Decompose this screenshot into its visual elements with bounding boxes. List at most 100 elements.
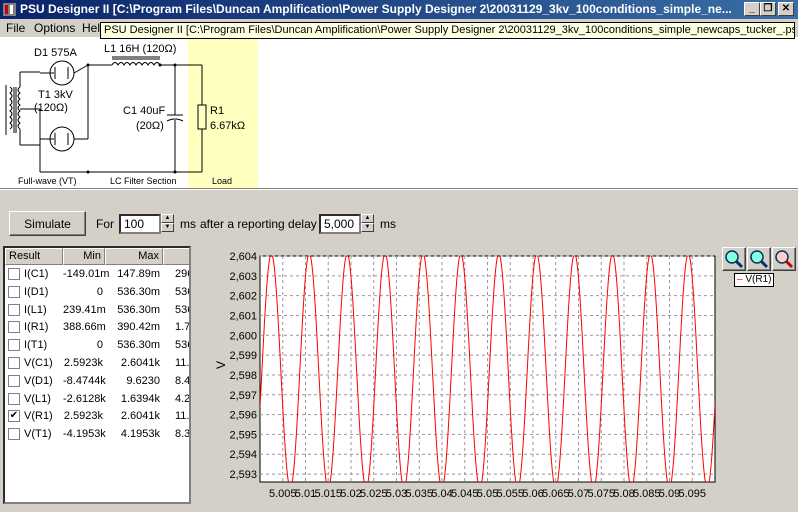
result-name: I(R1) <box>24 321 49 334</box>
y-tick-label: 2,597 <box>229 390 257 402</box>
c1-label: C1 40uF <box>123 105 166 117</box>
menu-file[interactable]: File <box>6 21 25 35</box>
voltage-chart[interactable]: 2,604 2,603 2,602 2,601 2,600 2,599 2,598 2,597… <box>193 246 798 509</box>
restore-button[interactable]: ❐ <box>760 2 776 16</box>
x-tick-label: 5.065 <box>542 488 570 500</box>
result-checkbox[interactable] <box>8 357 20 369</box>
c1-resistance: (20Ω) <box>136 120 164 132</box>
y-tick-label: 2,601 <box>229 310 257 322</box>
menu-options[interactable]: Options <box>34 21 75 35</box>
results-table[interactable]: Result Min Max I(C1)-149.01m147.89m296. I… <box>3 246 191 504</box>
close-button[interactable]: ✕ <box>778 2 794 16</box>
table-row[interactable]: V(L1) -2.6128k 1.6394k 4.25 <box>5 391 191 408</box>
result-checkbox[interactable] <box>8 321 20 334</box>
result-checkbox[interactable] <box>8 303 20 316</box>
section-label-load: Load <box>212 176 233 186</box>
column-header-max[interactable]: Max <box>105 248 163 265</box>
result-checkbox[interactable] <box>8 268 20 280</box>
y-tick-label: 2,603 <box>229 271 257 283</box>
result-extra: 536. <box>175 303 189 316</box>
spin-up-icon[interactable]: ▲ <box>161 214 174 223</box>
zoom-reset-button[interactable] <box>772 247 796 271</box>
delay-input[interactable] <box>319 214 361 234</box>
spin-down-icon[interactable]: ▼ <box>361 223 374 232</box>
x-tick-label: 5.035 <box>405 488 433 500</box>
column-header-result[interactable]: Result <box>5 248 63 265</box>
spin-up-icon[interactable]: ▲ <box>361 214 374 223</box>
table-row[interactable]: ✔ V(R1) 2.5923k 2.6041k 11. <box>5 408 189 425</box>
chart-panel[interactable]: 2,604 2,603 2,602 2,601 2,600 2,599 2,598 2,597… <box>193 246 798 509</box>
y-tick-label: 2,599 <box>229 350 257 362</box>
legend-entry-vr1: V(R1) <box>745 274 772 285</box>
spin-down-icon[interactable]: ▼ <box>161 223 174 232</box>
result-max: 4.1953k <box>120 428 160 441</box>
duration-input[interactable] <box>119 214 161 234</box>
zoom-in-button[interactable] <box>722 247 746 271</box>
result-extra: 8.39 <box>175 428 191 441</box>
result-max: 390.42m <box>117 321 160 334</box>
table-row[interactable]: I(C1) -149.01m 147.89m 296. <box>5 266 189 283</box>
zoom-out-button[interactable] <box>747 247 771 271</box>
chart-legend: – V(R1) <box>734 273 774 287</box>
for-label: For <box>96 217 114 231</box>
result-checkbox[interactable] <box>8 374 20 387</box>
section-label-lc: LC Filter Section <box>110 176 177 186</box>
result-min: 388.66m <box>63 321 106 334</box>
result-max: 2.6041k <box>120 410 160 423</box>
result-max: 536.30m <box>117 339 160 352</box>
result-min: -8.4744k <box>63 374 106 387</box>
title-bar[interactable]: PSU Designer II [C:\Program Files\Duncan… <box>0 0 798 19</box>
x-tick-label: 5.09 <box>659 488 680 500</box>
result-extra: 4.25 <box>175 392 191 405</box>
result-name: V(R1) <box>24 410 53 423</box>
y-tick-label: 2,596 <box>229 410 257 422</box>
panel-divider[interactable] <box>0 188 798 190</box>
result-extra: 536. <box>175 285 189 298</box>
table-row[interactable]: I(T1) 0 536.30m 536. <box>5 337 189 354</box>
x-tick-label: 5.095 <box>678 488 706 500</box>
delay-spinner[interactable]: ▲ ▼ <box>361 214 374 233</box>
result-checkbox[interactable] <box>8 392 20 405</box>
result-checkbox[interactable] <box>8 428 20 441</box>
circuit-diagram <box>5 56 207 174</box>
magnifier-zoom-in-icon <box>725 250 744 269</box>
magnifier-reset-icon <box>775 250 794 269</box>
r1-value: 6.67kΩ <box>210 120 246 132</box>
y-axis-label: V <box>214 361 228 369</box>
y-tick-label: 2,593 <box>229 469 257 481</box>
column-header-extra[interactable] <box>163 248 189 265</box>
table-row[interactable]: V(D1) -8.4744k 9.6230 8.48 <box>5 373 189 390</box>
result-name: V(L1) <box>24 392 51 405</box>
result-checkbox[interactable] <box>8 339 20 352</box>
schematic-canvas[interactable]: D1 575A T1 3kV (120Ω) L1 16H (120Ω) C1 4… <box>0 37 798 188</box>
x-tick-label: 5.055 <box>496 488 524 500</box>
app-icon[interactable] <box>2 2 17 17</box>
x-tick-label: 5.06 <box>522 488 543 500</box>
r1-label: R1 <box>210 105 225 117</box>
duration-spinner[interactable]: ▲ ▼ <box>161 214 174 233</box>
result-min: -2.6128k <box>63 392 106 405</box>
result-checkbox[interactable]: ✔ <box>8 410 20 423</box>
x-tick-label: 5.025 <box>360 488 388 500</box>
result-min: -149.01m <box>63 268 110 280</box>
table-row[interactable]: V(C1) 2.5923k 2.6041k 11. <box>5 355 190 372</box>
table-row[interactable]: I(R1) 388.66m 390.42m 1.75 <box>5 319 189 336</box>
result-name: V(T1) <box>24 428 52 441</box>
x-tick-label: 5.045 <box>451 488 479 500</box>
x-tick-label: 5.015 <box>314 488 342 500</box>
result-min: 0 <box>96 285 103 298</box>
table-row[interactable]: V(T1) -4.1953k 4.1953k 8.39 <box>5 426 191 443</box>
result-extra: 296. <box>175 268 189 280</box>
column-header-min[interactable]: Min <box>63 248 105 265</box>
table-row[interactable]: I(D1) 0 536.30m 536. <box>5 284 189 301</box>
y-tick-label: 2,598 <box>229 370 257 382</box>
result-name: V(D1) <box>24 374 53 387</box>
simulate-button[interactable]: Simulate <box>9 211 86 236</box>
window-title: PSU Designer II [C:\Program Files\Duncan… <box>20 2 732 16</box>
result-min: 239.41m <box>63 303 106 316</box>
table-row[interactable]: I(L1) 239.41m 536.30m 536. <box>5 302 189 319</box>
result-extra: 11. <box>175 357 190 369</box>
result-max: 536.30m <box>117 285 160 298</box>
result-checkbox[interactable] <box>8 285 20 298</box>
minimize-button[interactable]: _ <box>744 2 760 16</box>
